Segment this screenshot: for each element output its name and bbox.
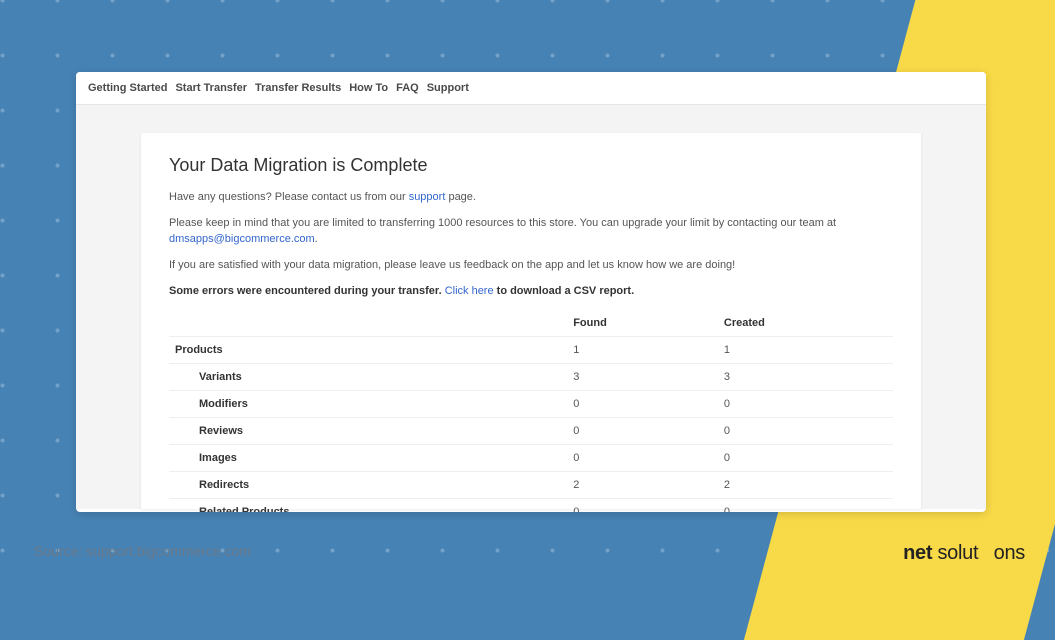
brand-part1: net bbox=[903, 542, 932, 564]
results-table: Found Created Products11Variants33Modifi… bbox=[169, 310, 893, 512]
row-found: 2 bbox=[567, 471, 718, 498]
email-link[interactable]: dmsapps@bigcommerce.com bbox=[169, 233, 315, 245]
row-found: 0 bbox=[567, 417, 718, 444]
nav-transfer-results[interactable]: Transfer Results bbox=[255, 82, 341, 94]
table-row: Products11 bbox=[169, 336, 893, 363]
app-window: Getting Started Start Transfer Transfer … bbox=[76, 72, 986, 512]
row-created: 1 bbox=[718, 336, 893, 363]
app-body: Your Data Migration is Complete Have any… bbox=[76, 105, 986, 509]
table-row: Related Products00 bbox=[169, 498, 893, 512]
contact-text-pre: Have any questions? Please contact us fr… bbox=[169, 191, 409, 203]
brand-dot-icon: ● bbox=[978, 537, 993, 567]
source-label: Source: support.bigcommerce.com bbox=[34, 543, 251, 559]
contact-text-post: page. bbox=[445, 191, 476, 203]
row-label: Variants bbox=[169, 363, 567, 390]
nav-how-to[interactable]: How To bbox=[349, 82, 388, 94]
table-row: Reviews00 bbox=[169, 417, 893, 444]
nav-getting-started[interactable]: Getting Started bbox=[88, 82, 167, 94]
brand-part2: solut bbox=[937, 542, 978, 564]
table-row: Redirects22 bbox=[169, 471, 893, 498]
row-label: Redirects bbox=[169, 471, 567, 498]
nav-faq[interactable]: FAQ bbox=[396, 82, 419, 94]
row-label: Modifiers bbox=[169, 390, 567, 417]
limit-text: Please keep in mind that you are limited… bbox=[169, 216, 893, 248]
row-label: Related Products bbox=[169, 498, 567, 512]
limit-text-pre: Please keep in mind that you are limited… bbox=[169, 217, 836, 229]
col-found: Found bbox=[567, 310, 718, 337]
table-row: Modifiers00 bbox=[169, 390, 893, 417]
table-row: Images00 bbox=[169, 444, 893, 471]
errors-text-pre: Some errors were encountered during your… bbox=[169, 285, 445, 297]
col-created: Created bbox=[718, 310, 893, 337]
row-created: 3 bbox=[718, 363, 893, 390]
limit-text-post: . bbox=[315, 233, 318, 245]
nav-support[interactable]: Support bbox=[427, 82, 469, 94]
row-label: Products bbox=[169, 336, 567, 363]
row-label: Images bbox=[169, 444, 567, 471]
row-created: 0 bbox=[718, 390, 893, 417]
support-link[interactable]: support bbox=[409, 191, 446, 203]
row-created: 0 bbox=[718, 417, 893, 444]
errors-text: Some errors were encountered during your… bbox=[169, 284, 893, 300]
brand-part3: ons bbox=[994, 542, 1025, 564]
nav-bar: Getting Started Start Transfer Transfer … bbox=[76, 72, 986, 105]
nav-start-transfer[interactable]: Start Transfer bbox=[175, 82, 247, 94]
errors-text-post: to download a CSV report. bbox=[494, 285, 635, 297]
row-found: 0 bbox=[567, 444, 718, 471]
results-card: Your Data Migration is Complete Have any… bbox=[141, 133, 921, 509]
row-created: 0 bbox=[718, 498, 893, 512]
row-label: Reviews bbox=[169, 417, 567, 444]
contact-text: Have any questions? Please contact us fr… bbox=[169, 190, 893, 206]
feedback-text: If you are satisfied with your data migr… bbox=[169, 258, 893, 274]
row-created: 0 bbox=[718, 444, 893, 471]
col-empty bbox=[169, 310, 567, 337]
row-created: 2 bbox=[718, 471, 893, 498]
csv-download-link[interactable]: Click here bbox=[445, 285, 494, 297]
row-found: 3 bbox=[567, 363, 718, 390]
table-row: Variants33 bbox=[169, 363, 893, 390]
brand-logo: net solut●ons bbox=[903, 542, 1025, 565]
row-found: 0 bbox=[567, 498, 718, 512]
row-found: 1 bbox=[567, 336, 718, 363]
row-found: 0 bbox=[567, 390, 718, 417]
page-title: Your Data Migration is Complete bbox=[169, 155, 893, 176]
